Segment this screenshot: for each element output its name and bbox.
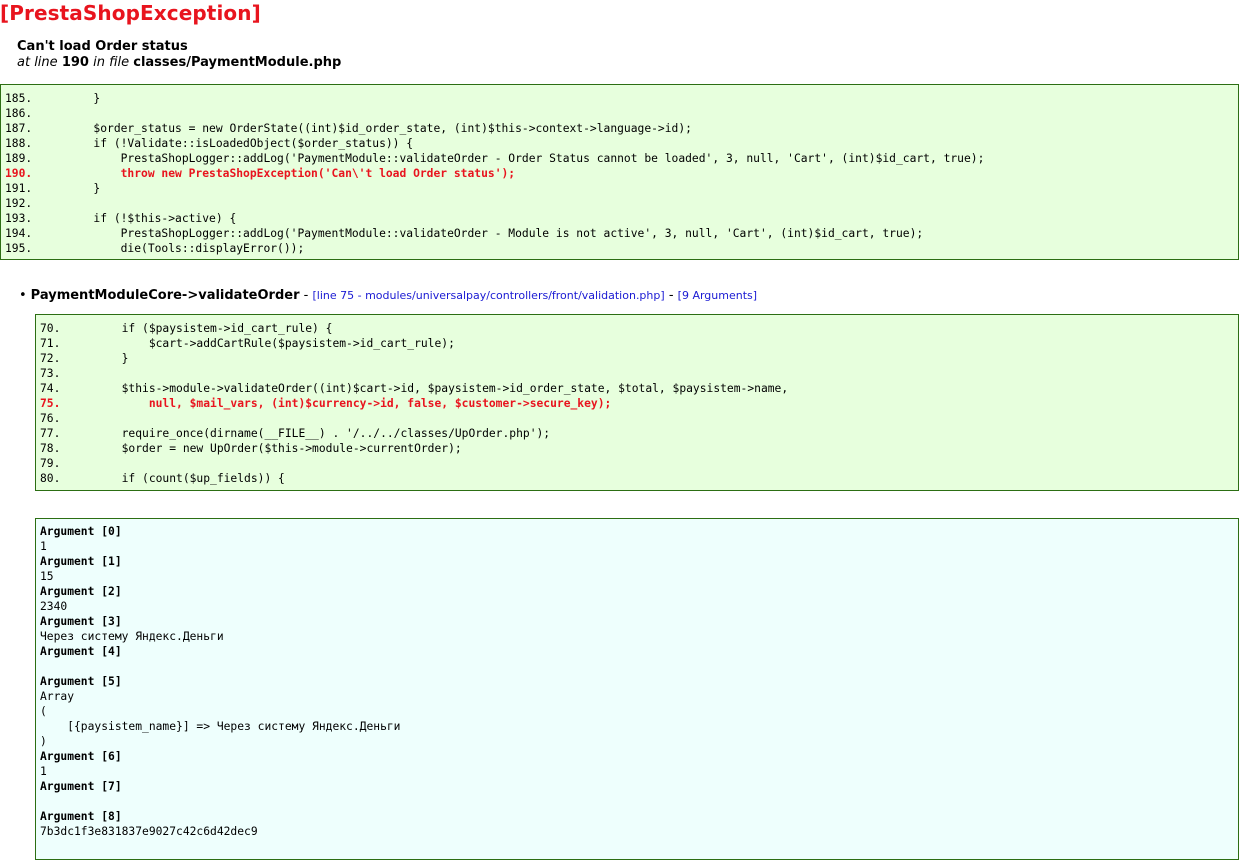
trace-source-block: 70. if ($paysistem->id_cart_rule) { 71. $… — [35, 314, 1239, 491]
code-line: 71. $cart->addCartRule($paysistem->id_ca… — [40, 337, 455, 350]
error-code-line: 190. throw new PrestaShopException('Can\… — [5, 167, 516, 180]
argument-label: Argument [4] — [40, 645, 122, 658]
in-file-prefix: in file — [93, 55, 130, 70]
code-line: 189. PrestaShopLogger::addLog('PaymentMo… — [5, 152, 985, 165]
code-line: 186. — [5, 107, 33, 120]
argument-label: Argument [5] — [40, 675, 122, 688]
argument-value: 15 — [40, 570, 54, 583]
argument-label: Argument [6] — [40, 750, 122, 763]
code-line: 192. — [5, 197, 33, 210]
exception-message: Can't load Order status — [17, 39, 188, 54]
trace-separator: - — [303, 288, 309, 303]
code-line: 191. } — [5, 182, 101, 195]
trace-location-link[interactable]: [line 75 - modules/universalpay/controll… — [312, 289, 664, 302]
error-code-line: 75. null, $mail_vars, (int)$currency->id… — [40, 397, 612, 410]
line-number: 190 — [61, 55, 89, 70]
code-line: 76. — [40, 412, 61, 425]
code-line: 73. — [40, 367, 61, 380]
code-line: 187. $order_status = new OrderState((int… — [5, 122, 692, 135]
code-line: 188. if (!Validate::isLoadedObject($orde… — [5, 137, 414, 150]
code-line: 70. if ($paysistem->id_cart_rule) { — [40, 322, 333, 335]
argument-label: Argument [1] — [40, 555, 122, 568]
arguments-block: Argument [0] 1 Argument [1] 15 Argument [2] 2… — [35, 518, 1239, 860]
code-line: 193. if (!$this->active) { — [5, 212, 237, 225]
code-line: 77. require_once(dirname(__FILE__) . '/.… — [40, 427, 551, 440]
argument-label: Argument [3] — [40, 615, 122, 628]
trace-separator-2: - — [668, 288, 674, 303]
code-line: 79. — [40, 457, 61, 470]
file-path: classes/PaymentModule.php — [133, 55, 342, 70]
exception-title: [PrestaShopException] — [0, 1, 261, 25]
code-line: 78. $order = new UpOrder($this->module->… — [40, 442, 462, 455]
trace-function: PaymentModuleCore->validateOrder — [30, 288, 300, 303]
stack-trace-item: • PaymentModuleCore->validateOrder - [lin… — [19, 288, 757, 303]
code-line: 195. die(Tools::displayError()); — [5, 242, 305, 255]
trace-arguments-link[interactable]: [9 Arguments] — [678, 289, 757, 302]
argument-value: 1 — [40, 765, 47, 778]
at-line-prefix: at line — [17, 55, 58, 70]
code-line: 74. $this->module->validateOrder((int)$c… — [40, 382, 789, 395]
bullet-icon: • — [19, 288, 27, 303]
argument-value: Через систему Яндекс.Деньги — [40, 630, 224, 643]
argument-value — [40, 794, 1238, 809]
argument-value: 2340 — [40, 600, 68, 613]
argument-value — [40, 659, 1238, 674]
argument-label: Argument [8] — [40, 810, 122, 823]
code-line: 185. } — [5, 92, 101, 105]
exception-location: at line 190 in file classes/PaymentModul… — [17, 55, 341, 70]
argument-label: Argument [0] — [40, 525, 122, 538]
source-code-block: 185. } 186. 187. $order_status = new Order… — [0, 84, 1239, 260]
code-line: 194. PrestaShopLogger::addLog('PaymentMo… — [5, 227, 924, 240]
argument-value: 7b3dc1f3e831837e9027c42c6d42dec9 — [40, 825, 258, 838]
argument-label: Argument [2] — [40, 585, 122, 598]
argument-value: 1 — [40, 540, 47, 553]
argument-label: Argument [7] — [40, 780, 122, 793]
code-line: 72. } — [40, 352, 129, 365]
argument-value: Array ( [{paysistem_name}] => Через сист… — [40, 690, 401, 748]
code-line: 80. if (count($up_fields)) { — [40, 472, 285, 485]
